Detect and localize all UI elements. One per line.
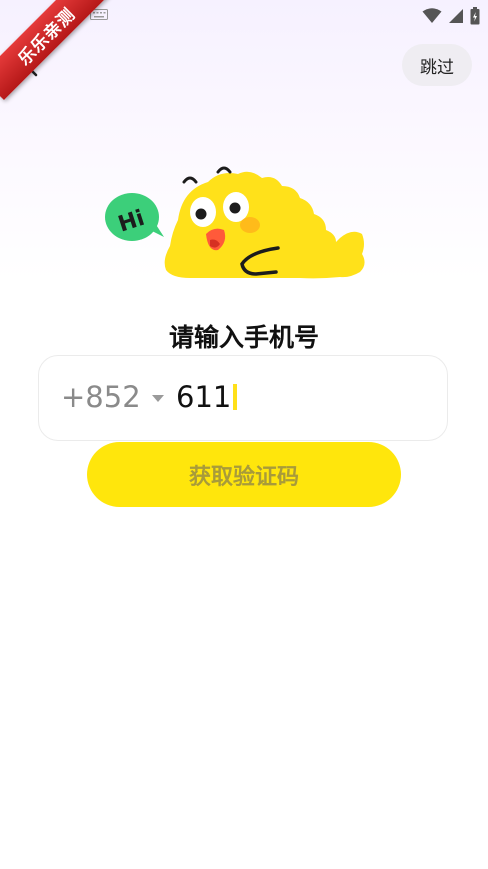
phone-input-box[interactable]: +852 611 [38,355,448,441]
text-cursor [233,384,238,410]
page-title: 请输入手机号 [168,323,319,352]
country-code-value: +852 [61,380,141,414]
mascot-body [164,166,365,279]
caret-down-icon [151,394,164,402]
phone-number-field[interactable]: 611 [176,380,238,414]
mascot-illustration: Hi [105,166,365,279]
country-code-selector[interactable]: +852 [61,380,165,414]
get-code-button[interactable]: 获取验证码 [87,442,401,507]
signal-icon [449,9,463,23]
skip-button[interactable]: 跳过 [402,44,472,86]
phone-number-value: 611 [176,380,232,414]
battery-icon [470,7,480,25]
wifi-icon [422,8,442,23]
speech-bubble: Hi [105,193,164,241]
